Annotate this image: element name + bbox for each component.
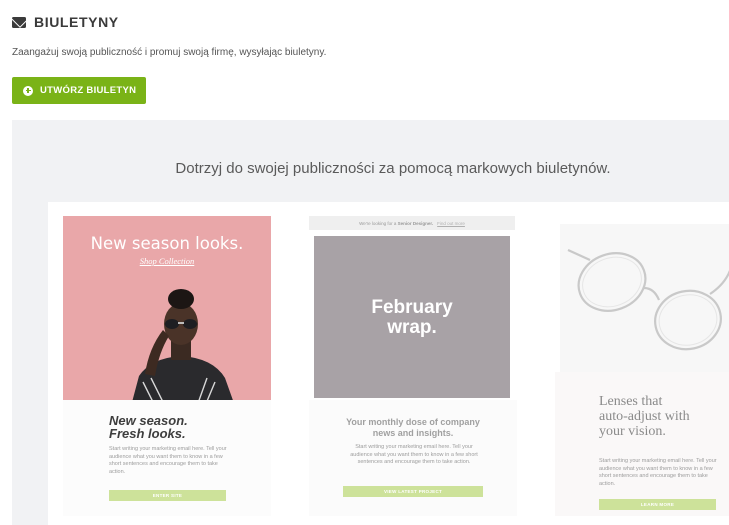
promo-panel: Dotrzyj do swojej publiczności za pomocą… <box>12 120 729 525</box>
template-body: New season. Fresh looks. Start writing y… <box>63 400 271 516</box>
template-hero-image: New season looks. Shop Collection <box>63 216 271 400</box>
page-title: BIULETYNY <box>34 14 119 30</box>
template-heading: Your monthly dose of company news and in… <box>346 417 480 438</box>
template-heading: Lenses that auto-adjust with your vision… <box>599 394 690 439</box>
template-body-text: Start writing your marketing email here.… <box>599 458 717 487</box>
template-body: Your monthly dose of company news and in… <box>309 400 517 516</box>
template-body-text: Start writing your marketing email here.… <box>109 446 227 475</box>
template-top-banner: We're looking for a Senior Designer. Fin… <box>309 216 515 230</box>
page-subtitle: Zaangażuj swoją publiczność i promuj swo… <box>12 47 327 58</box>
template-top-link: Find out more <box>437 220 465 226</box>
template-card-monthly[interactable]: We're looking for a Senior Designer. Fin… <box>309 216 517 516</box>
template-cta-button: ENTER SITE <box>109 490 226 501</box>
template-hero-title: February wrap. <box>371 297 453 338</box>
template-hero-title: New season looks. <box>90 234 244 253</box>
template-card-eyewear[interactable]: Lenses that auto-adjust with your vision… <box>555 216 729 516</box>
promo-title: Dotrzyj do swojej publiczności za pomocą… <box>175 160 611 177</box>
create-newsletter-label: UTWÓRZ BIULETYN <box>40 85 137 96</box>
template-cta-button: VIEW LATEST PROJECT <box>343 486 483 497</box>
glasses-photo-image <box>567 248 729 351</box>
template-card-fashion[interactable]: New season looks. Shop Collection New se… <box>63 216 271 516</box>
plus-circle-icon <box>23 85 33 96</box>
template-body-text: Start writing your marketing email here.… <box>350 444 478 465</box>
template-heading: New season. Fresh looks. <box>109 413 188 441</box>
envelope-icon <box>12 16 26 28</box>
model-photo-image <box>132 289 233 400</box>
template-preview-stage: New season looks. Shop Collection New se… <box>48 202 729 525</box>
template-hero-link: Shop Collection <box>139 256 195 266</box>
template-body: Lenses that auto-adjust with your vision… <box>555 372 729 516</box>
create-newsletter-button[interactable]: UTWÓRZ BIULETYN <box>12 77 146 104</box>
template-hero-image <box>560 224 729 372</box>
template-hero-image: February wrap. <box>314 236 510 398</box>
template-cta-button: LEARN MORE <box>599 499 716 510</box>
page-header: BIULETYNY <box>12 12 119 32</box>
